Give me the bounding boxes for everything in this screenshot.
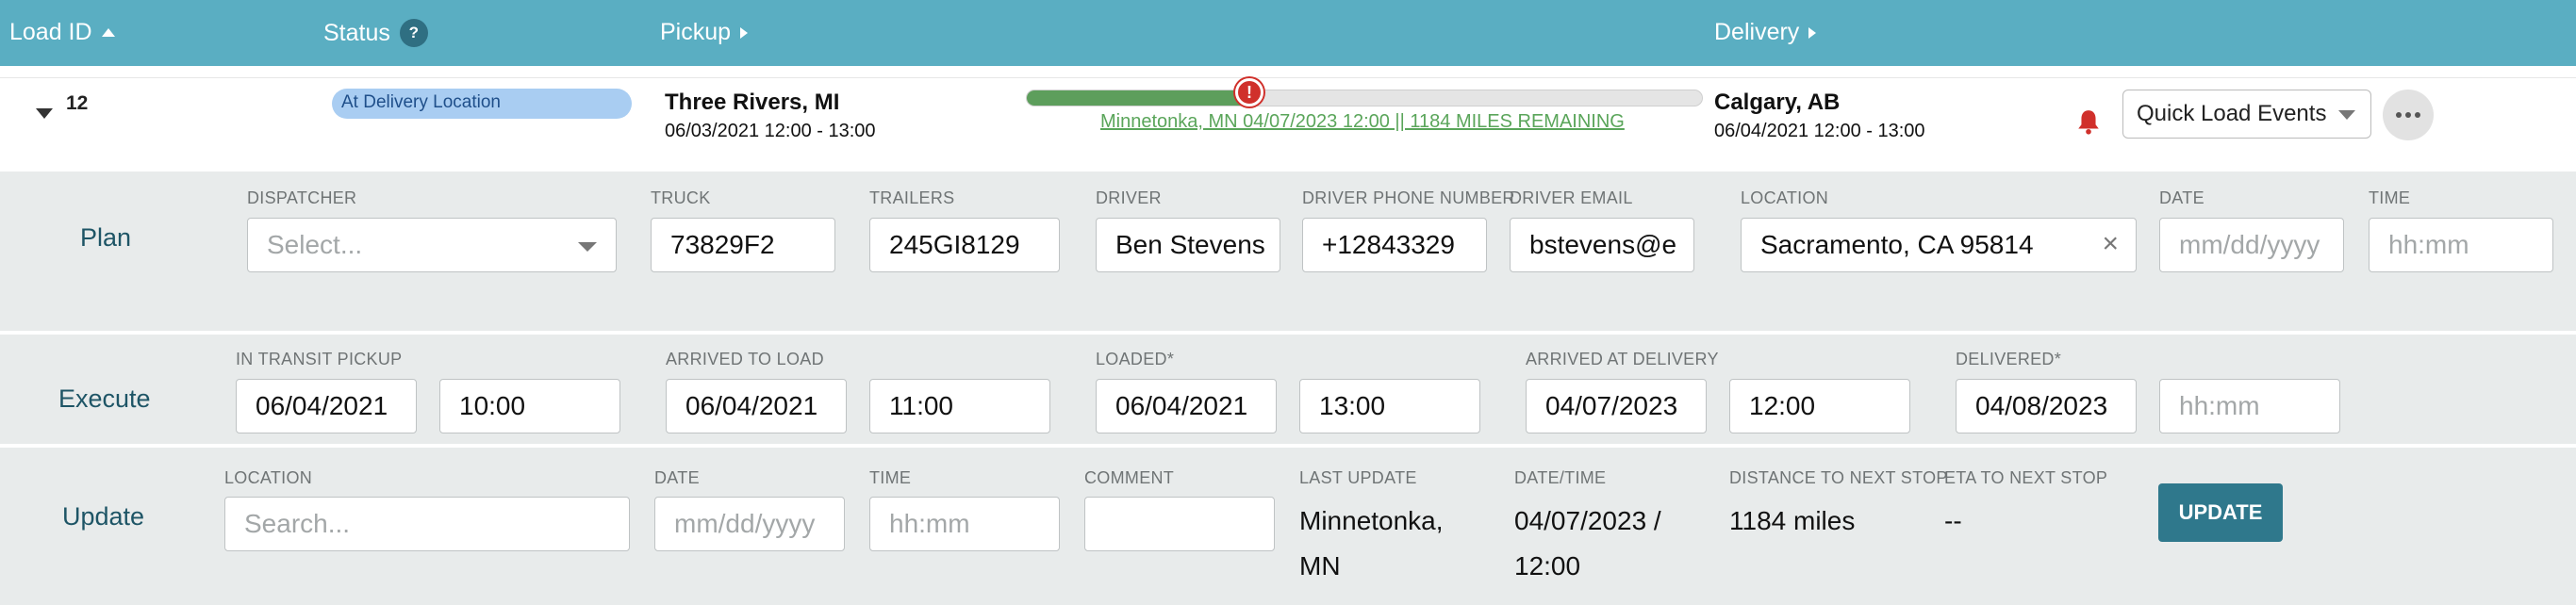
update-location-label: LOCATION: [224, 468, 313, 487]
driver-phone-label: DRIVER PHONE NUMBER: [1302, 188, 1515, 207]
collapse-chevron-icon[interactable]: [36, 108, 53, 119]
column-status-label: Status: [323, 19, 390, 46]
current-location-link[interactable]: Minnetonka, MN 04/07/2023 12:00 || 1184 …: [1100, 111, 1625, 133]
update-button[interactable]: UPDATE: [2158, 483, 2283, 542]
pickup-city: Three Rivers, MI: [665, 90, 840, 115]
dispatcher-label: DISPATCHER: [247, 188, 357, 207]
driver-phone-input[interactable]: +12843329: [1302, 218, 1487, 272]
comment-label: COMMENT: [1084, 468, 1175, 487]
in-transit-pickup-date[interactable]: 06/04/2021: [236, 379, 417, 433]
table-header: Load ID Status ? Pickup Delivery: [0, 0, 2576, 66]
trip-progress-bar: [1026, 90, 1703, 106]
quick-load-events-dropdown[interactable]: Quick Load Events: [2122, 90, 2371, 139]
arrived-at-delivery-label: ARRIVED AT DELIVERY: [1526, 350, 1719, 368]
more-options-button[interactable]: [2383, 90, 2434, 140]
plan-section: Plan DISPATCHER Select... TRUCK 73829F2 …: [0, 172, 2576, 332]
delivered-time[interactable]: hh:mm: [2159, 379, 2340, 433]
status-badge: At Delivery Location: [332, 89, 632, 119]
trailers-label: TRAILERS: [869, 188, 955, 207]
update-label: Update: [62, 502, 145, 531]
comment-input[interactable]: [1084, 497, 1275, 551]
delivered-date[interactable]: 04/08/2023: [1956, 379, 2137, 433]
arrived-at-delivery-date[interactable]: 04/07/2023: [1526, 379, 1707, 433]
execute-label: Execute: [58, 384, 151, 413]
distance-value: 1184 miles: [1729, 506, 1856, 535]
load-row[interactable]: 12 At Delivery Location Three Rivers, MI…: [0, 77, 2576, 172]
close-icon[interactable]: ×: [2102, 230, 2119, 258]
chevron-right-icon: [1808, 26, 1817, 39]
truck-input[interactable]: 73829F2: [651, 218, 835, 272]
update-date-label: DATE: [654, 468, 700, 487]
dot-icon: [2405, 112, 2411, 118]
alert-icon[interactable]: !: [1235, 78, 1263, 106]
arrived-to-load-label: ARRIVED TO LOAD: [666, 350, 824, 368]
column-status[interactable]: Status ?: [323, 19, 428, 47]
loaded-date[interactable]: 06/04/2021: [1096, 379, 1277, 433]
dispatcher-placeholder: Select...: [267, 230, 363, 259]
plan-time-input[interactable]: hh:mm: [2369, 218, 2553, 272]
location-input[interactable]: Sacramento, CA 95814 ×: [1741, 218, 2137, 272]
delivered-label: DELIVERED*: [1956, 350, 2062, 368]
in-transit-pickup-label: IN TRANSIT PICKUP: [236, 350, 403, 368]
datetime-line1: 04/07/2023 /: [1514, 506, 1661, 535]
datetime-label: DATE/TIME: [1514, 468, 1607, 487]
pickup-window: 06/03/2021 12:00 - 13:00: [665, 121, 876, 141]
dispatcher-select[interactable]: Select...: [247, 218, 617, 272]
loaded-label: LOADED*: [1096, 350, 1175, 368]
column-delivery-label: Delivery: [1714, 19, 1800, 45]
driver-email-label: DRIVER EMAIL: [1510, 188, 1633, 207]
execute-section: Execute IN TRANSIT PICKUP 06/04/2021 10:…: [0, 335, 2576, 445]
chevron-down-icon: [2338, 110, 2355, 120]
column-load-id-label: Load ID: [9, 19, 92, 45]
chevron-down-icon: [578, 242, 597, 252]
plan-time-label: TIME: [2369, 188, 2411, 207]
last-update-label: LAST UPDATE: [1299, 468, 1417, 487]
driver-email-input[interactable]: bstevens@e: [1510, 218, 1694, 272]
trip-progress-fill: [1027, 90, 1250, 106]
last-update-line1: Minnetonka,: [1299, 506, 1444, 535]
distance-label: DISTANCE TO NEXT STOP: [1729, 468, 1948, 487]
last-update-line2: MN: [1299, 551, 1341, 580]
column-delivery[interactable]: Delivery: [1714, 19, 1817, 46]
bell-icon[interactable]: [2076, 108, 2101, 135]
driver-input[interactable]: Ben Stevens: [1096, 218, 1280, 272]
dot-icon: [2415, 112, 2420, 118]
delivery-city: Calgary, AB: [1714, 90, 1841, 115]
eta-label: ETA TO NEXT STOP: [1944, 468, 2108, 487]
delivery-window: 06/04/2021 12:00 - 13:00: [1714, 121, 1925, 141]
sort-ascending-icon: [101, 28, 115, 37]
update-date-input[interactable]: mm/dd/yyyy: [654, 497, 845, 551]
dot-icon: [2396, 112, 2402, 118]
arrived-to-load-time[interactable]: 11:00: [869, 379, 1050, 433]
location-label: LOCATION: [1741, 188, 1829, 207]
datetime-line2: 12:00: [1514, 551, 1581, 580]
column-pickup-label: Pickup: [660, 19, 732, 45]
column-load-id[interactable]: Load ID: [9, 19, 115, 46]
trailers-input[interactable]: 245GI8129: [869, 218, 1060, 272]
help-icon[interactable]: ?: [399, 19, 428, 47]
arrived-to-load-date[interactable]: 06/04/2021: [666, 379, 847, 433]
location-value: Sacramento, CA 95814: [1760, 230, 2034, 259]
eta-value: --: [1944, 506, 1962, 535]
plan-date-input[interactable]: mm/dd/yyyy: [2159, 218, 2344, 272]
load-id: 12: [66, 92, 89, 114]
driver-label: DRIVER: [1096, 188, 1162, 207]
plan-date-label: DATE: [2159, 188, 2204, 207]
loaded-time[interactable]: 13:00: [1299, 379, 1480, 433]
in-transit-pickup-time[interactable]: 10:00: [439, 379, 620, 433]
arrived-at-delivery-time[interactable]: 12:00: [1729, 379, 1910, 433]
column-pickup[interactable]: Pickup: [660, 19, 749, 46]
quick-load-events-label: Quick Load Events: [2137, 101, 2327, 126]
update-time-input[interactable]: hh:mm: [869, 497, 1060, 551]
plan-label: Plan: [80, 223, 132, 252]
update-location-search[interactable]: Search...: [224, 497, 630, 551]
truck-label: TRUCK: [651, 188, 711, 207]
chevron-right-icon: [740, 26, 749, 39]
update-time-label: TIME: [869, 468, 912, 487]
